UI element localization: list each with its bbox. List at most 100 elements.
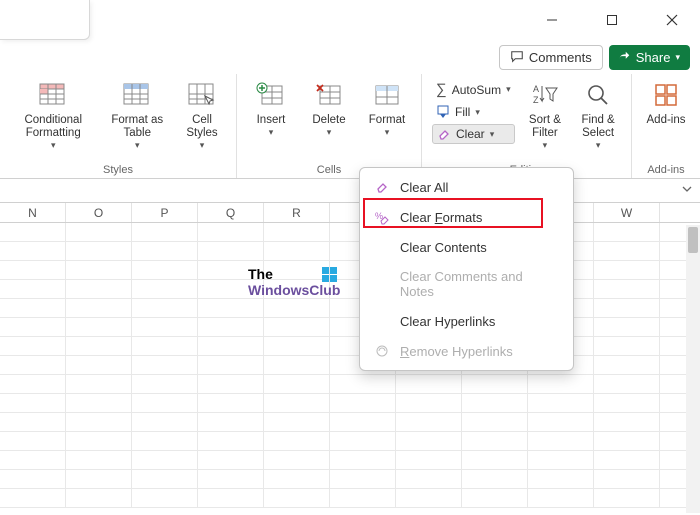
column-headers[interactable]: NOPQRSTUVW [0,203,700,223]
cell[interactable] [0,470,66,489]
comments-button[interactable]: Comments [499,45,603,70]
cell[interactable] [264,451,330,470]
cell[interactable] [198,375,264,394]
cell-styles-button[interactable]: Cell Styles▾ [174,76,230,162]
cell[interactable] [66,451,132,470]
cell[interactable] [594,356,660,375]
cell[interactable] [132,451,198,470]
scrollbar-thumb[interactable] [688,227,698,253]
cell[interactable] [198,470,264,489]
cell[interactable] [132,299,198,318]
cell[interactable] [132,432,198,451]
cell[interactable] [462,489,528,508]
cell[interactable] [594,261,660,280]
clear-button[interactable]: Clear ▾ [432,124,515,144]
cell[interactable] [528,470,594,489]
format-button[interactable]: Format▾ [359,76,415,162]
cell[interactable] [0,375,66,394]
cell[interactable] [198,356,264,375]
cell[interactable] [330,413,396,432]
share-button[interactable]: Share ▾ [609,45,690,70]
cell[interactable] [66,261,132,280]
cell[interactable] [264,318,330,337]
cell[interactable] [132,356,198,375]
cell[interactable] [528,451,594,470]
cell[interactable] [396,375,462,394]
cell[interactable] [594,413,660,432]
column-header[interactable]: Q [198,203,264,222]
cell[interactable] [264,432,330,451]
cell[interactable] [132,413,198,432]
delete-button[interactable]: Delete▾ [301,76,357,162]
cell[interactable] [66,337,132,356]
vertical-scrollbar[interactable] [686,225,700,513]
cell[interactable] [132,223,198,242]
cell[interactable] [66,375,132,394]
cell[interactable] [396,413,462,432]
cell[interactable] [0,356,66,375]
column-header[interactable]: W [594,203,660,222]
cell[interactable] [0,451,66,470]
expand-formula-bar-button[interactable] [680,182,694,201]
cell[interactable] [198,451,264,470]
cell[interactable] [264,489,330,508]
column-header[interactable]: N [0,203,66,222]
cell[interactable] [264,375,330,394]
cell[interactable] [264,470,330,489]
cell[interactable] [330,375,396,394]
column-header[interactable]: R [264,203,330,222]
cell[interactable] [594,318,660,337]
cell[interactable] [528,394,594,413]
cell[interactable] [396,394,462,413]
cell[interactable] [132,394,198,413]
close-button[interactable] [652,5,692,35]
sort-filter-button[interactable]: AZ Sort & Filter▾ [521,76,570,153]
cell[interactable] [198,337,264,356]
autosum-button[interactable]: ∑ AutoSum ▾ [432,79,515,100]
cell[interactable] [594,337,660,356]
cell[interactable] [66,299,132,318]
cell[interactable] [66,394,132,413]
cell[interactable] [0,299,66,318]
cell[interactable] [198,432,264,451]
cell[interactable] [264,223,330,242]
cell[interactable] [0,223,66,242]
cell[interactable] [528,375,594,394]
cell[interactable] [0,432,66,451]
cell[interactable] [330,451,396,470]
conditional-formatting-button[interactable]: Conditional Formatting▾ [6,76,101,162]
minimize-button[interactable] [532,5,572,35]
cell[interactable] [0,413,66,432]
cell[interactable] [132,489,198,508]
cell[interactable] [66,356,132,375]
format-as-table-button[interactable]: Format as Table▾ [103,76,173,162]
cell[interactable] [66,318,132,337]
clear-formats-item[interactable]: % Clear Formats [360,202,573,232]
cell[interactable] [198,318,264,337]
cell[interactable] [462,394,528,413]
cell[interactable] [462,451,528,470]
cell[interactable] [528,413,594,432]
clear-contents-item[interactable]: Clear Contents [360,232,573,262]
cell[interactable] [198,489,264,508]
cell[interactable] [132,242,198,261]
cell[interactable] [396,489,462,508]
cell[interactable] [594,394,660,413]
cell[interactable] [330,470,396,489]
cell[interactable] [594,451,660,470]
cell[interactable] [594,223,660,242]
cell[interactable] [66,223,132,242]
cell[interactable] [0,261,66,280]
cell[interactable] [264,356,330,375]
cell[interactable] [330,489,396,508]
cell[interactable] [132,470,198,489]
cell[interactable] [264,242,330,261]
cell[interactable] [66,280,132,299]
cell[interactable] [528,489,594,508]
cell[interactable] [462,432,528,451]
cell[interactable] [66,242,132,261]
cell[interactable] [264,337,330,356]
cell[interactable] [66,413,132,432]
cell[interactable] [198,242,264,261]
addins-button[interactable]: Add-ins [638,76,694,162]
